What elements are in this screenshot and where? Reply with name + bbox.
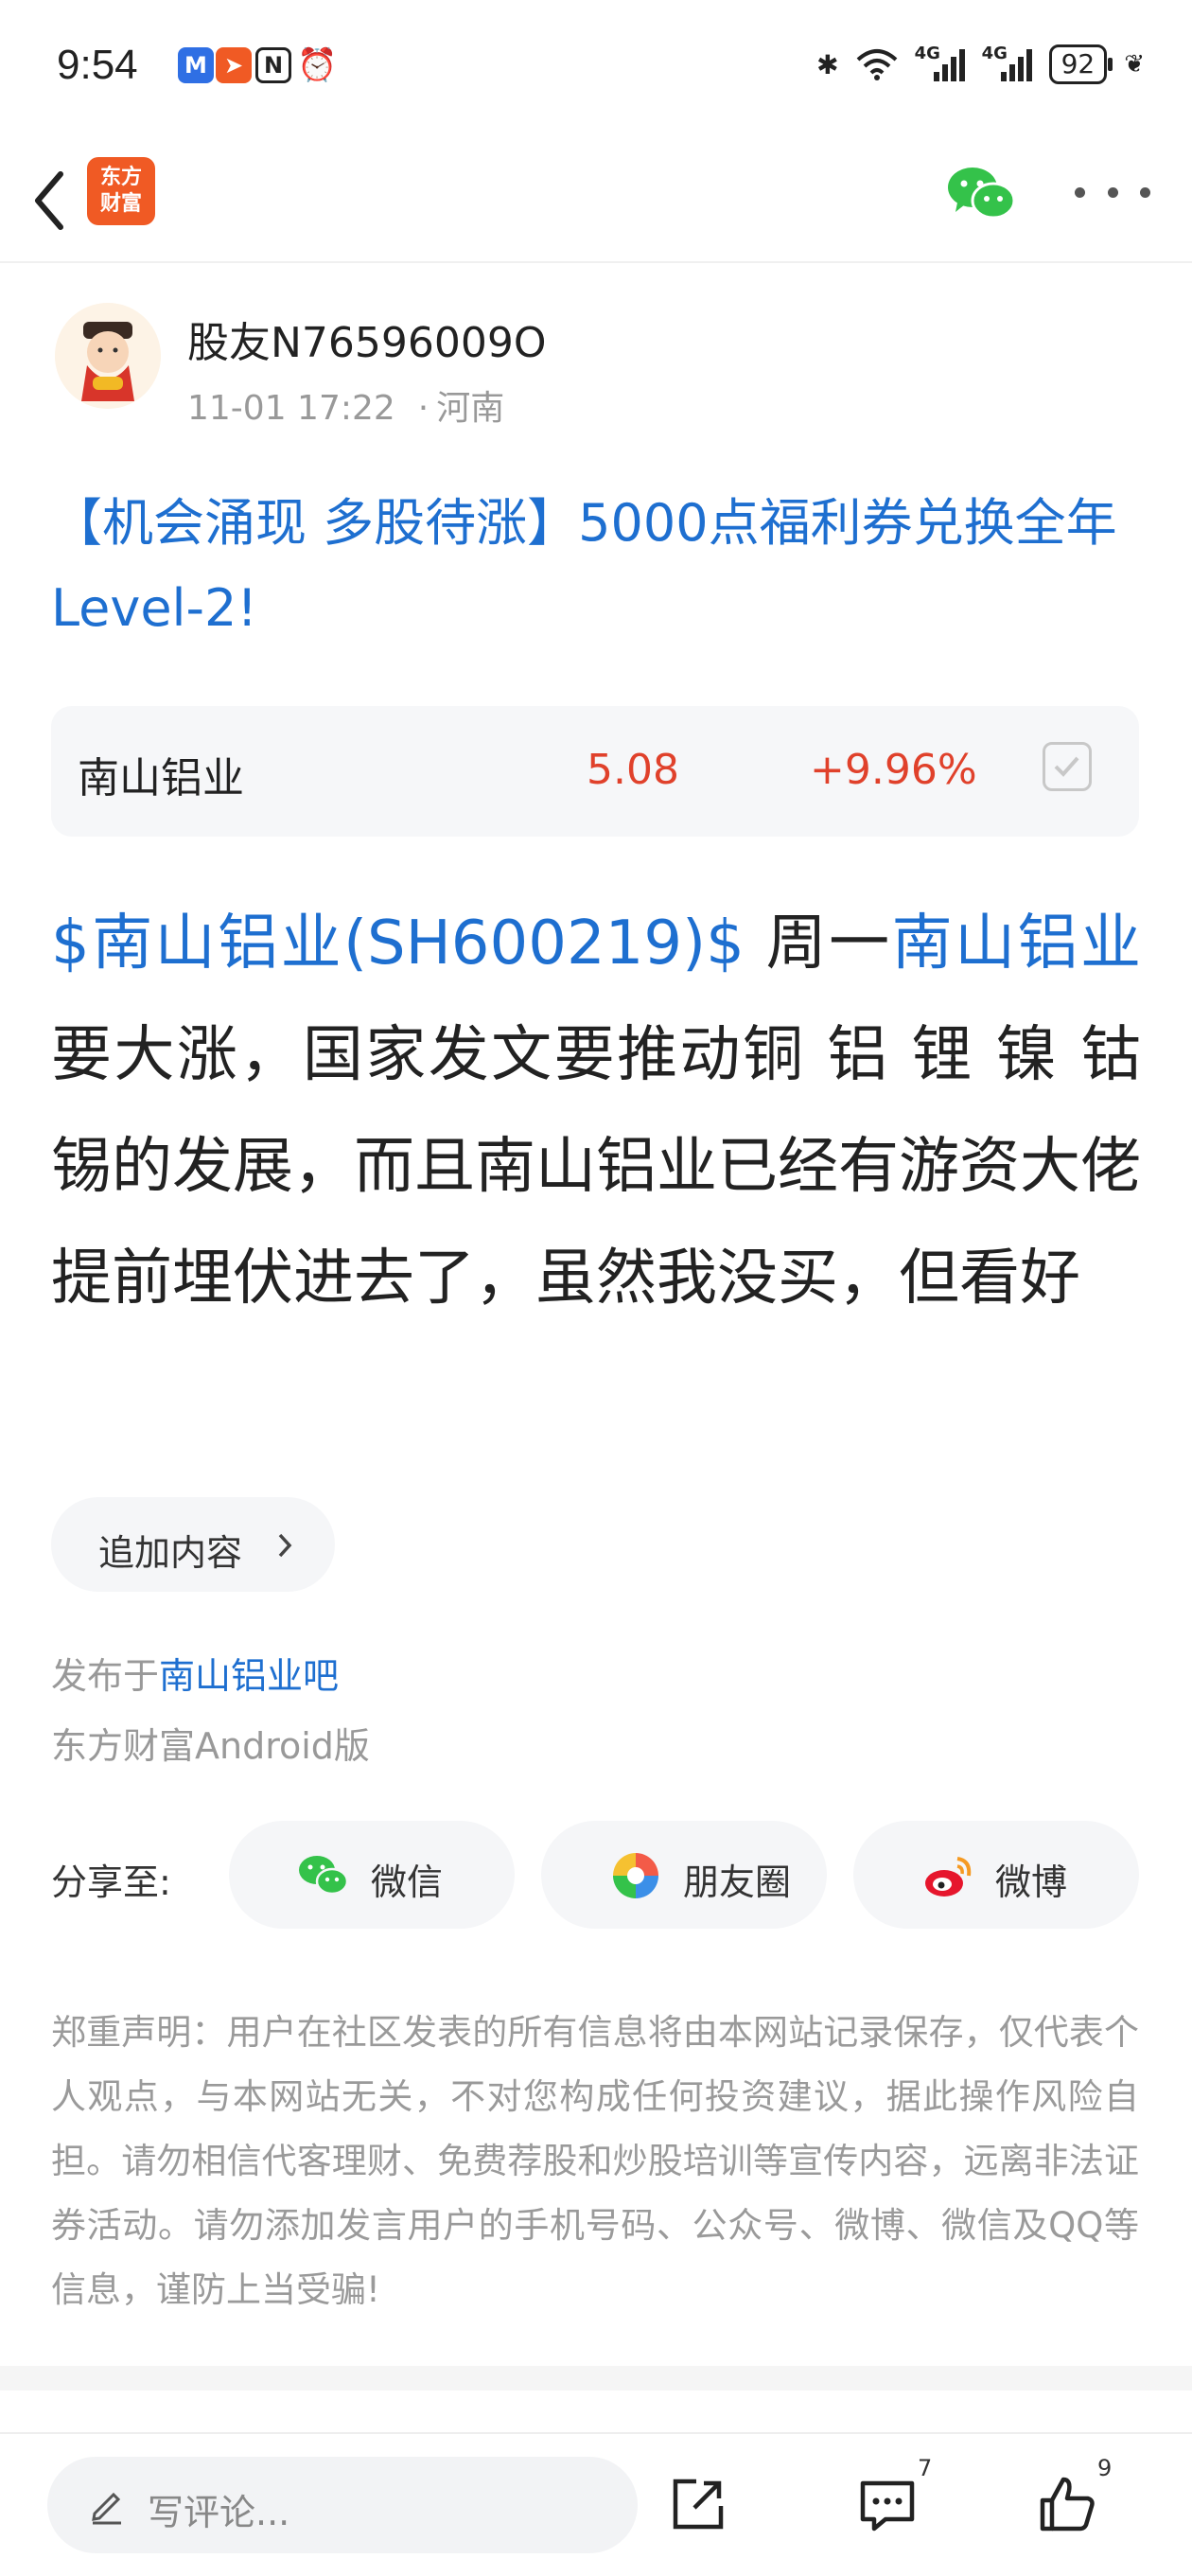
- nav-bar: 东方 财富: [0, 142, 1192, 263]
- forum-link[interactable]: 南山铝业吧: [159, 1655, 339, 1697]
- back-arrow-icon[interactable]: [25, 163, 81, 238]
- section-divider: [0, 2366, 1192, 2391]
- bottom-action-bar: 写评论... 7 9: [0, 2432, 1192, 2576]
- share-weibo-button[interactable]: 微博: [853, 1821, 1139, 1929]
- post-body: $南山铝业(SH600219)$ 周一南山铝业要大涨，国家发文要推动铜 铝 锂 …: [51, 909, 1142, 1314]
- share-icon[interactable]: [668, 2474, 728, 2534]
- post-meta: 11-01 17:22 · 河南: [187, 389, 505, 428]
- stock-price: 5.08: [587, 746, 679, 794]
- share-moments-button[interactable]: 朋友圈: [541, 1821, 827, 1929]
- stock-card[interactable]: 南山铝业 5.08 +9.96%: [51, 706, 1139, 837]
- mail-app-icon: M: [178, 47, 214, 83]
- weibo-icon: [925, 1857, 972, 1897]
- wechat-icon: [299, 1856, 349, 1896]
- telegram-app-icon: ➤: [216, 47, 252, 83]
- chevron-right-icon: [278, 1533, 292, 1558]
- more-options-icon[interactable]: [1075, 187, 1150, 201]
- author-name[interactable]: 股友N76596009O: [187, 309, 547, 369]
- stock-name: 南山铝业: [78, 754, 244, 803]
- pencil-icon: [92, 2492, 121, 2525]
- share-wechat-button[interactable]: 微信: [229, 1821, 515, 1929]
- post-title[interactable]: 【机会涌现 多股待涨】5000点福利券兑换全年Level-2!: [51, 481, 1139, 651]
- posted-in: 发布于南山铝业吧: [51, 1655, 340, 1697]
- moments-icon: [613, 1853, 658, 1898]
- comment-icon[interactable]: [857, 2474, 918, 2534]
- signal-icon-2: 4G: [982, 44, 1032, 81]
- status-indicators: ✱ 4G 4G 92 ❦: [816, 42, 1145, 87]
- battery-indicator: 92: [1048, 44, 1113, 84]
- stock-tag-link[interactable]: $南山铝业(SH600219)$: [51, 909, 745, 979]
- post-location: 河南: [436, 389, 505, 428]
- post-datetime: 11-01 17:22: [187, 389, 395, 428]
- comment-count: 7: [918, 2455, 933, 2481]
- wechat-share-icon[interactable]: [946, 161, 1018, 227]
- bluetooth-icon: ✱: [816, 48, 839, 80]
- stock-change: +9.96%: [810, 746, 977, 794]
- add-watchlist-checkbox[interactable]: [1043, 742, 1092, 791]
- clock: 9:54: [57, 42, 138, 88]
- disclaimer: 郑重声明：用户在社区发表的所有信息将由本网站记录保存，仅代表个人观点，与本网站无…: [51, 2012, 1139, 2310]
- client-info: 东方财富Android版: [51, 1725, 370, 1767]
- like-count: 9: [1097, 2455, 1113, 2481]
- status-bar: 9:54 M ➤ N ⏰ ✱ 4G 4G 92 ❦: [0, 0, 1192, 132]
- stock-mention-link[interactable]: 南山铝业: [892, 909, 1141, 979]
- signal-icon: 4G: [915, 44, 965, 81]
- leaf-icon: ❦: [1124, 50, 1145, 79]
- share-label: 分享至:: [51, 1861, 171, 1903]
- avatar[interactable]: [55, 303, 161, 409]
- eastmoney-logo: 东方 财富: [87, 157, 155, 225]
- comment-input[interactable]: 写评论...: [47, 2457, 638, 2553]
- like-icon[interactable]: [1037, 2474, 1097, 2534]
- wifi-icon: [856, 49, 897, 80]
- alarm-icon: ⏰: [297, 46, 338, 84]
- add-content-button[interactable]: 追加内容: [51, 1497, 335, 1592]
- nfc-icon: N: [255, 47, 291, 83]
